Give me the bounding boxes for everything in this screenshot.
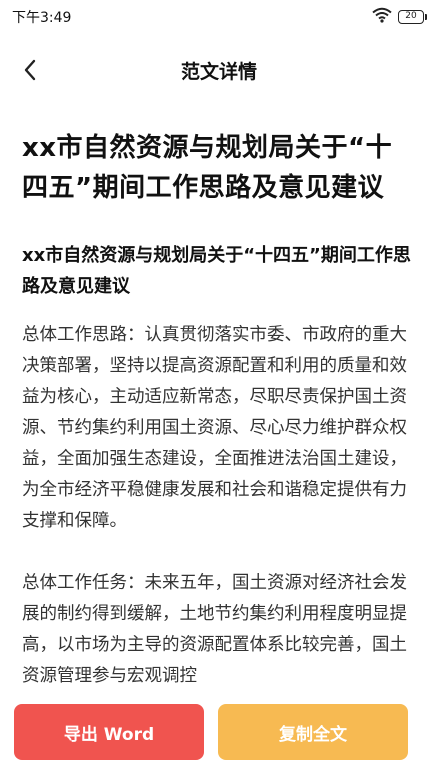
status-bar: 下午3:49 20 <box>0 0 438 34</box>
copy-all-button[interactable]: 复制全文 <box>218 704 408 760</box>
export-word-button[interactable]: 导出 Word <box>14 704 204 760</box>
status-indicators: 20 <box>372 7 427 27</box>
paragraph: 总体工作任务：未来五年，国土资源对经济社会发展的制约得到缓解，土地节约集约利用程… <box>22 573 407 686</box>
wifi-icon <box>372 7 392 27</box>
document-title: xx市自然资源与规划局关于“十四五”期间工作思路及意见建议 <box>22 133 393 203</box>
action-bar: 导出 Word 复制全文 <box>0 690 438 781</box>
article-content[interactable]: xx市自然资源与规划局关于“十四五”期间工作思路及意见建议 xx市自然资源与规划… <box>0 100 438 781</box>
status-time: 下午3:49 <box>12 10 72 26</box>
page-title: 范文详情 <box>180 61 257 83</box>
battery-icon: 20 <box>398 10 427 24</box>
nav-bar: 范文详情 <box>0 44 438 100</box>
paragraph: 总体工作思路：认真贯彻落实市委、市政府的重大决策部署，坚持以提高资源配置和利用的… <box>22 325 407 531</box>
document-subtitle: xx市自然资源与规划局关于“十四五”期间工作思路及意见建议 <box>22 245 411 297</box>
